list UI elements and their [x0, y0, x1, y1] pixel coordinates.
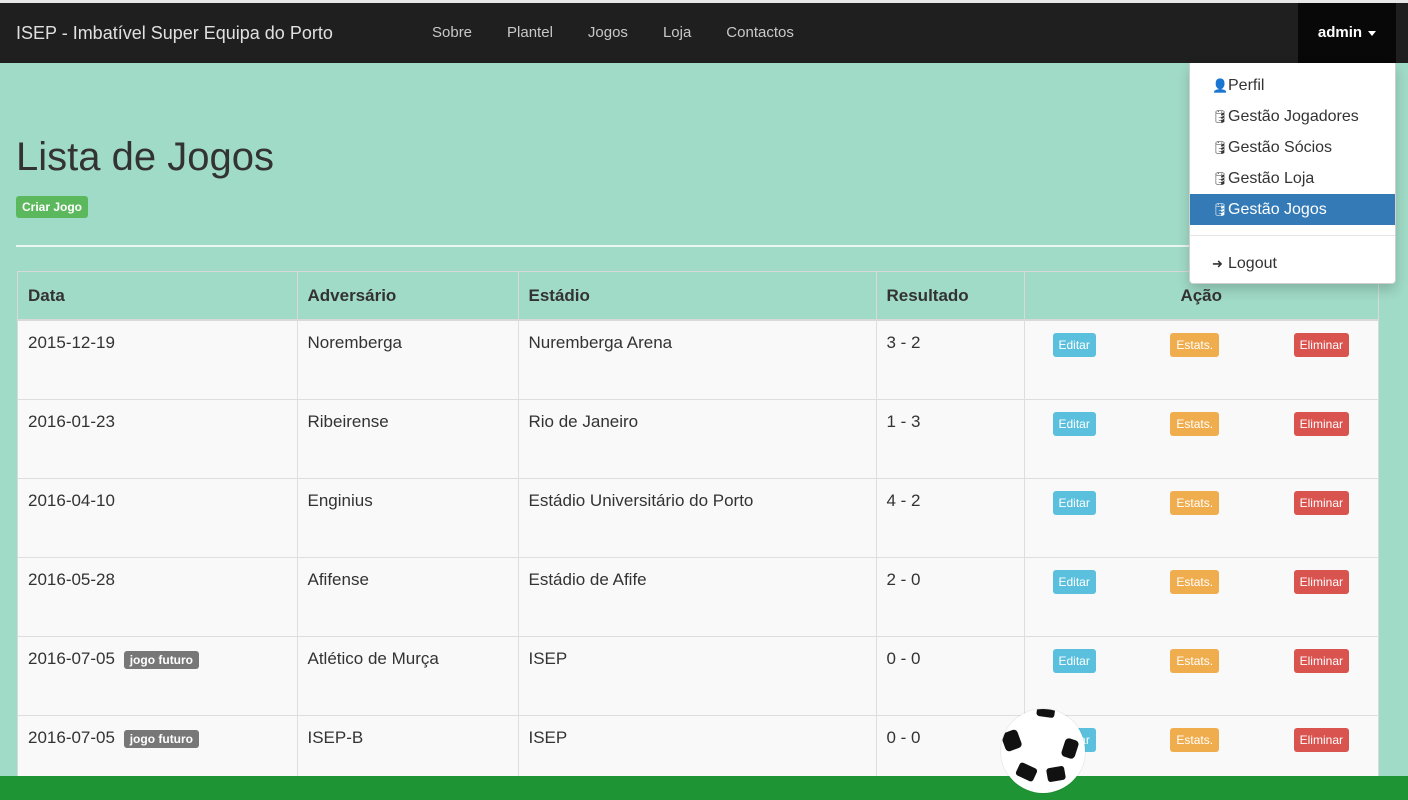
- future-game-badge: jogo futuro: [123, 650, 200, 669]
- menu-item-gestao-jogadores[interactable]: 🛢Gestão Jogadores: [1190, 101, 1395, 132]
- menu-item-label: Gestão Loja: [1228, 170, 1315, 187]
- cell-stadium: ISEP: [518, 636, 877, 716]
- cell-opponent: Afifense: [297, 557, 519, 637]
- date-text: 2016-04-10: [28, 491, 115, 510]
- cell-opponent: Atlético de Murça: [297, 636, 519, 716]
- cell-result: 2 - 0: [876, 557, 1025, 637]
- main-nav: Sobre Plantel Jogos Loja Contactos: [432, 3, 829, 63]
- menu-item-gestao-socios[interactable]: 🛢Gestão Sócios: [1190, 132, 1395, 163]
- cell-date: 2016-01-23: [18, 399, 298, 479]
- stats-button[interactable]: Estats.: [1170, 728, 1220, 752]
- stats-button[interactable]: Estats.: [1170, 412, 1220, 436]
- edit-button[interactable]: Editar: [1052, 333, 1096, 357]
- footer-field: [0, 776, 1408, 800]
- games-table: Data Adversário Estádio Resultado Ação 2…: [17, 271, 1379, 795]
- date-text: 2016-01-23: [28, 412, 115, 431]
- delete-button[interactable]: Eliminar: [1293, 412, 1349, 436]
- header-divider: [16, 245, 1378, 247]
- nav-link-contactos[interactable]: Contactos: [726, 3, 794, 63]
- delete-button[interactable]: Eliminar: [1293, 491, 1349, 515]
- stats-button[interactable]: Estats.: [1170, 570, 1220, 594]
- cell-actions: Editar Estats. Eliminar: [1024, 557, 1378, 637]
- nav-link-jogos[interactable]: Jogos: [588, 3, 628, 63]
- database-icon: 🛢: [1212, 109, 1229, 124]
- nav-link-plantel[interactable]: Plantel: [507, 3, 553, 63]
- cell-date: 2016-04-10: [18, 478, 298, 558]
- cell-stadium: Estádio Universitário do Porto: [518, 478, 877, 558]
- menu-item-perfil[interactable]: 👤Perfil: [1190, 70, 1395, 101]
- menu-item-gestao-loja[interactable]: 🛢Gestão Loja: [1190, 163, 1395, 194]
- table-row: 2016-05-28 Afifense Estádio de Afife 2 - 0E…: [18, 557, 1378, 637]
- create-game-button[interactable]: Criar Jogo: [16, 196, 89, 218]
- database-icon: 🛢: [1212, 171, 1229, 186]
- date-text: 2016-05-28: [28, 570, 115, 589]
- cell-result: 1 - 3: [876, 399, 1025, 479]
- menu-item-label: Gestão Sócios: [1228, 139, 1333, 156]
- date-text: 2015-12-19: [28, 333, 115, 352]
- cell-opponent: Enginius: [297, 478, 519, 558]
- edit-button[interactable]: Editar: [1052, 491, 1096, 515]
- cell-actions: Editar Estats. Eliminar: [1024, 319, 1378, 400]
- table-row: 2016-04-10 Enginius Estádio Universitário …: [18, 478, 1378, 558]
- cell-result: 0 - 0: [876, 636, 1025, 716]
- stats-button[interactable]: Estats.: [1170, 649, 1220, 673]
- cell-opponent: Noremberga: [297, 319, 519, 400]
- stats-button[interactable]: Estats.: [1170, 491, 1220, 515]
- menu-divider: [1190, 235, 1395, 236]
- table-header-row: Data Adversário Estádio Resultado Ação: [18, 272, 1378, 321]
- user-menu-toggle[interactable]: admin: [1298, 3, 1396, 63]
- menu-item-label: Logout: [1228, 255, 1277, 272]
- edit-button[interactable]: Editar: [1052, 649, 1096, 673]
- page-title: Lista de Jogos: [16, 135, 274, 179]
- cell-date: 2015-12-19: [18, 319, 298, 400]
- user-dropdown-menu: 👤Perfil 🛢Gestão Jogadores 🛢Gestão Sócios…: [1189, 63, 1396, 284]
- delete-button[interactable]: Eliminar: [1293, 570, 1349, 594]
- soccer-ball-icon: [1001, 709, 1085, 793]
- table-row: 2015-12-19 Noremberga Nuremberga Arena 3 - …: [18, 319, 1378, 400]
- date-text: 2016-07-05: [28, 728, 115, 747]
- menu-item-label: Gestão Jogos: [1228, 201, 1327, 218]
- site-brand[interactable]: ISEP - Imbatível Super Equipa do Porto: [16, 3, 333, 63]
- table-row: 2016-01-23 Ribeirense Rio de Janeiro 1 - 3E…: [18, 399, 1378, 479]
- delete-button[interactable]: Eliminar: [1293, 333, 1349, 357]
- logout-icon: ➜: [1212, 256, 1223, 271]
- cell-result: 4 - 2: [876, 478, 1025, 558]
- user-icon: 👤: [1212, 78, 1229, 93]
- cell-date: 2016-05-28: [18, 557, 298, 637]
- nav-link-sobre[interactable]: Sobre: [432, 3, 472, 63]
- menu-item-logout[interactable]: ➜ Logout: [1190, 248, 1395, 279]
- database-icon: 🛢: [1212, 140, 1229, 155]
- caret-down-icon: [1368, 30, 1377, 36]
- edit-button[interactable]: Editar: [1052, 570, 1096, 594]
- user-menu-label: admin: [1317, 24, 1363, 41]
- cell-stadium: Nuremberga Arena: [518, 319, 877, 400]
- future-game-badge: jogo futuro: [123, 729, 200, 748]
- column-header-adversario: Adversário: [297, 272, 519, 321]
- column-header-data: Data: [18, 272, 298, 321]
- menu-item-label: Perfil: [1228, 77, 1265, 94]
- cell-actions: Editar Estats. Eliminar: [1024, 636, 1378, 716]
- cell-opponent: Ribeirense: [297, 399, 519, 479]
- top-navbar: ISEP - Imbatível Super Equipa do Porto S…: [0, 0, 1408, 63]
- cell-result: 3 - 2: [876, 319, 1025, 400]
- column-header-resultado: Resultado: [876, 272, 1025, 321]
- cell-date: 2016-07-05 jogo futuro: [18, 636, 298, 716]
- column-header-estadio: Estádio: [518, 272, 877, 321]
- menu-item-gestao-jogos[interactable]: 🛢Gestão Jogos: [1190, 194, 1395, 225]
- menu-item-label: Gestão Jogadores: [1228, 108, 1359, 125]
- database-icon: 🛢: [1212, 202, 1229, 217]
- cell-stadium: Rio de Janeiro: [518, 399, 877, 479]
- cell-actions: Editar Estats. Eliminar: [1024, 478, 1378, 558]
- cell-actions: Editar Estats. Eliminar: [1024, 399, 1378, 479]
- table-row: 2016-07-05 jogo futuro Atlético de Murça I…: [18, 636, 1378, 716]
- edit-button[interactable]: Editar: [1052, 412, 1096, 436]
- stats-button[interactable]: Estats.: [1170, 333, 1220, 357]
- nav-link-loja[interactable]: Loja: [663, 3, 691, 63]
- delete-button[interactable]: Eliminar: [1293, 649, 1349, 673]
- delete-button[interactable]: Eliminar: [1293, 728, 1349, 752]
- date-text: 2016-07-05: [28, 649, 115, 668]
- cell-stadium: Estádio de Afife: [518, 557, 877, 637]
